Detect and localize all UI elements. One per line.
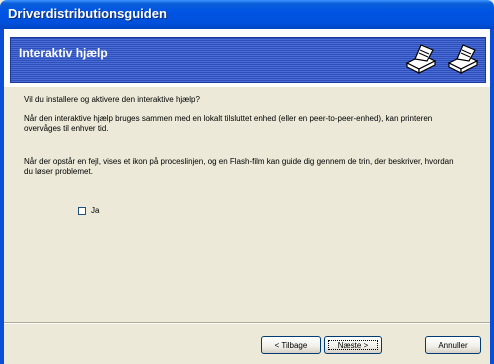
- window-frame-right: [490, 29, 494, 364]
- wizard-window: Driverdistributionsguiden Interaktiv hjæ…: [0, 0, 494, 364]
- banner-panel: Interaktiv hjælp: [10, 37, 486, 83]
- ja-checkbox-label[interactable]: Ja: [91, 206, 99, 215]
- ja-checkbox[interactable]: [78, 206, 86, 215]
- printer-icon: [447, 44, 479, 74]
- wizard-content: Vil du installere og aktivere den intera…: [4, 87, 490, 322]
- cancel-button[interactable]: Annuller: [425, 336, 481, 354]
- title-bar[interactable]: Driverdistributionsguiden: [0, 0, 494, 29]
- window-title: Driverdistributionsguiden: [8, 6, 167, 21]
- ja-checkbox-row[interactable]: Ja: [78, 206, 99, 215]
- description-paragraph-2: Når der opstår en fejl, vises et ikon på…: [24, 157, 454, 176]
- question-text: Vil du installere og aktivere den intera…: [24, 95, 200, 104]
- banner-icons: [403, 41, 481, 77]
- description-paragraph-1: Når den interaktive hjælp bruges sammen …: [24, 114, 433, 133]
- header-banner: Interaktiv hjælp: [4, 29, 490, 87]
- banner-title: Interaktiv hjælp: [19, 46, 108, 60]
- wizard-footer: < Tilbage Næste > Annuller: [4, 324, 490, 364]
- next-button[interactable]: Næste >: [324, 336, 382, 354]
- back-button[interactable]: < Tilbage: [261, 336, 321, 354]
- printer-icon: [405, 44, 437, 74]
- focus-rect: [328, 340, 378, 350]
